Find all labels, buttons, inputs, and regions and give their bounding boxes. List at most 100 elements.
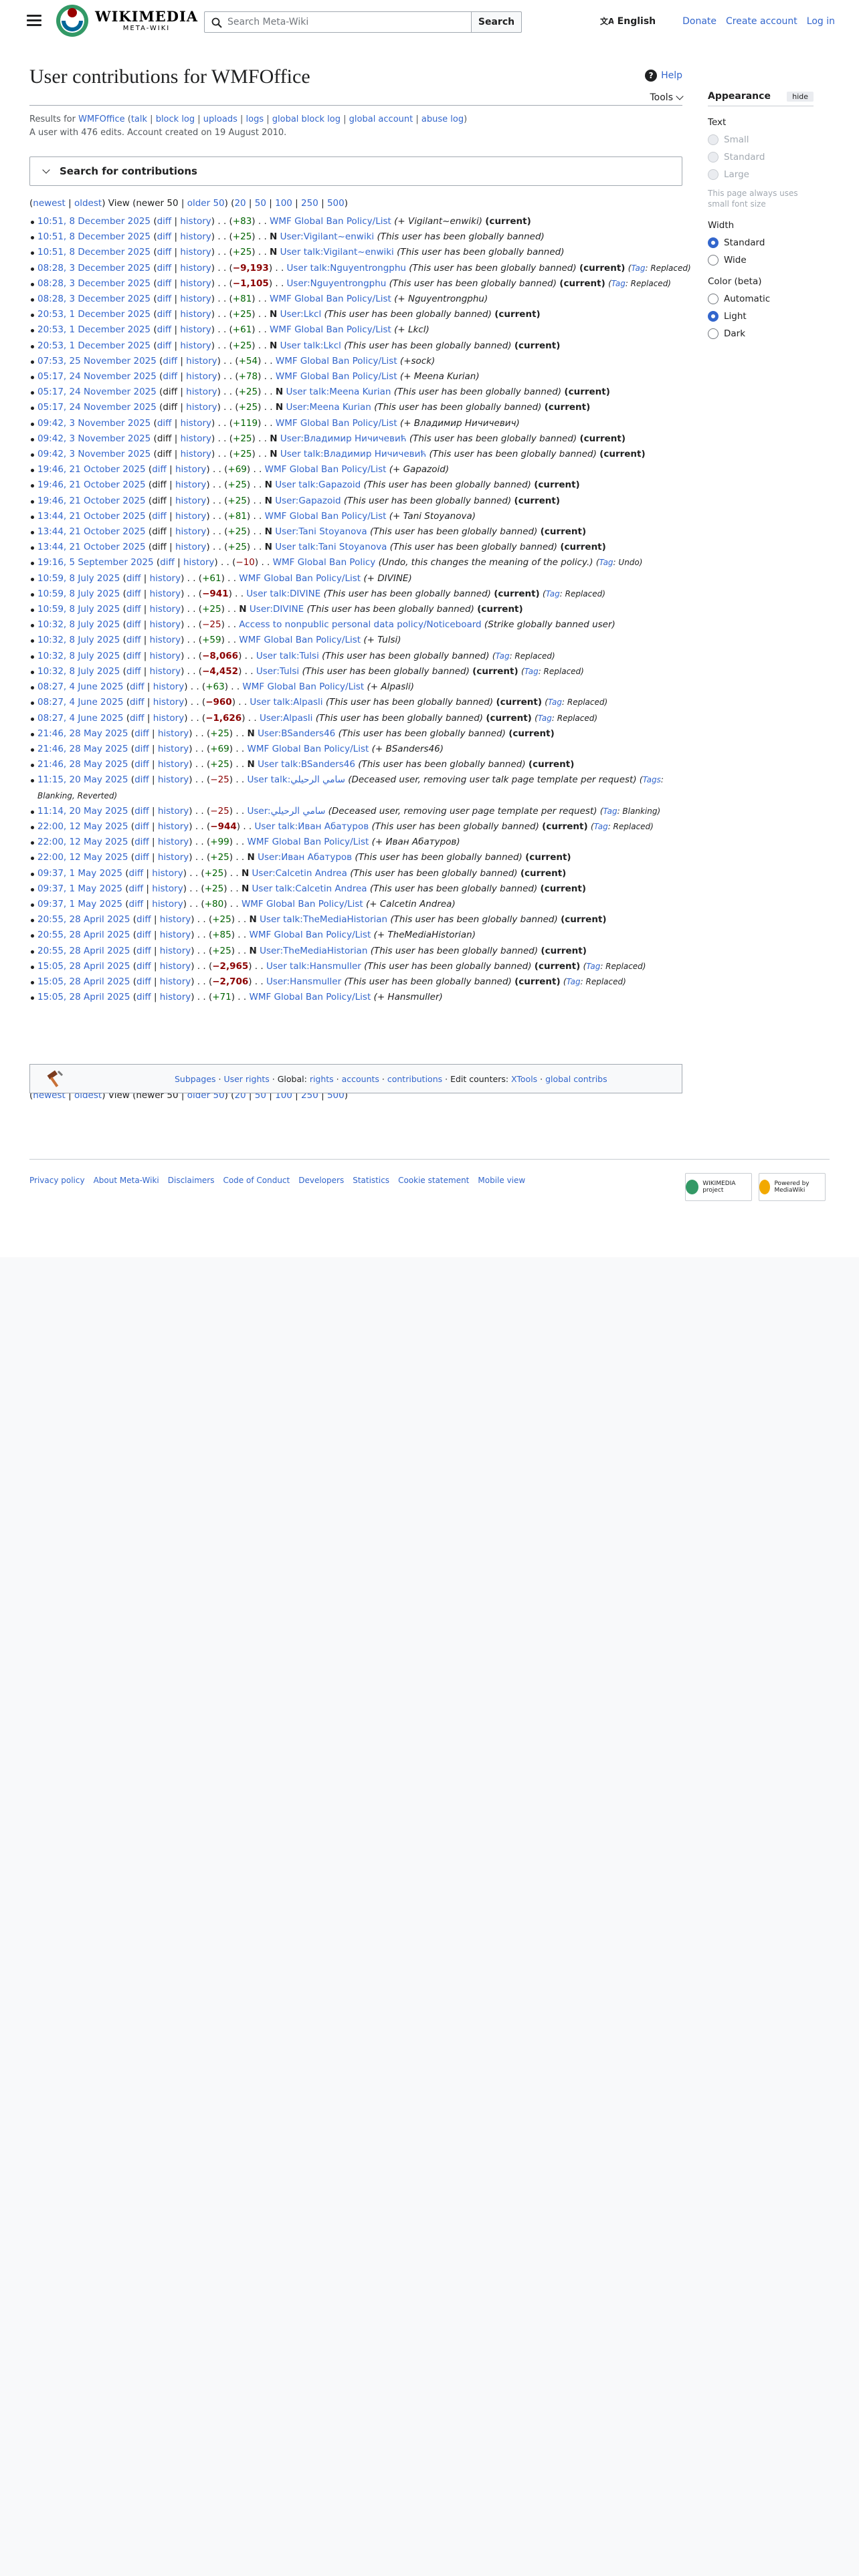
contribution-date-link[interactable]: 13:44, 21 October 2025: [37, 526, 146, 537]
page-link[interactable]: User:Tulsi: [256, 666, 299, 677]
contribution-date-link[interactable]: 08:27, 4 June 2025: [37, 681, 123, 692]
page-link[interactable]: WMF Global Ban Policy/List: [270, 294, 391, 304]
main-menu-icon[interactable]: [27, 15, 41, 27]
history-link[interactable]: history: [152, 899, 183, 909]
page-link[interactable]: User:Владимир Ничичевић: [280, 433, 407, 444]
page-link[interactable]: User:Hansmuller: [266, 976, 341, 987]
page-link[interactable]: User talk:TheMediaHistorian: [260, 914, 387, 925]
contribution-date-link[interactable]: 09:37, 1 May 2025: [37, 883, 122, 894]
contribution-date-link[interactable]: 20:55, 28 April 2025: [37, 930, 130, 940]
history-link[interactable]: history: [150, 588, 181, 599]
language-selector[interactable]: 文A English: [600, 16, 656, 27]
radio-button[interactable]: [708, 294, 719, 304]
history-link[interactable]: history: [175, 511, 206, 522]
history-link[interactable]: history: [175, 464, 206, 475]
contribution-date-link[interactable]: 10:51, 8 December 2025: [37, 247, 151, 257]
history-link[interactable]: history: [150, 651, 181, 661]
diff-link[interactable]: diff: [134, 728, 149, 739]
contribution-date-link[interactable]: 20:55, 28 April 2025: [37, 914, 130, 925]
page-link[interactable]: WMF Global Ban Policy/List: [270, 324, 391, 335]
diff-link[interactable]: diff: [134, 837, 149, 847]
contribution-date-link[interactable]: 10:59, 8 July 2025: [37, 573, 120, 584]
page-link[interactable]: User:سامي الرحيلي: [248, 806, 326, 817]
history-link[interactable]: history: [175, 496, 206, 506]
mediawiki-badge[interactable]: Powered by MediaWiki: [759, 1173, 826, 1201]
page-link[interactable]: User talk:Владимир Ничичевић: [280, 449, 426, 459]
contribution-date-link[interactable]: 20:53, 1 December 2025: [37, 324, 151, 335]
history-link[interactable]: history: [180, 294, 211, 304]
tag-link[interactable]: Tag: [594, 822, 608, 831]
contribution-date-link[interactable]: 19:46, 21 October 2025: [37, 496, 146, 506]
contribution-date-link[interactable]: 10:59, 8 July 2025: [37, 588, 120, 599]
results-link[interactable]: uploads: [203, 114, 237, 124]
history-link[interactable]: history: [158, 806, 189, 817]
tag-link[interactable]: Tag: [496, 651, 510, 661]
diff-link[interactable]: diff: [160, 557, 175, 568]
contribution-date-link[interactable]: 09:42, 3 November 2025: [37, 433, 151, 444]
contribution-date-link[interactable]: 15:05, 28 April 2025: [37, 992, 130, 1002]
history-link[interactable]: history: [180, 263, 211, 274]
oldest-link[interactable]: oldest: [74, 198, 102, 209]
history-link[interactable]: history: [180, 216, 211, 227]
history-link[interactable]: history: [180, 247, 211, 257]
history-link[interactable]: history: [158, 759, 189, 770]
radio-option[interactable]: Wide: [708, 255, 828, 265]
page-link[interactable]: User talk:Tulsi: [256, 651, 319, 661]
history-link[interactable]: history: [180, 231, 211, 242]
page-link[interactable]: User:Nguyentrongphu: [287, 278, 387, 289]
contribution-date-link[interactable]: 10:32, 8 July 2025: [37, 651, 120, 661]
page-link[interactable]: WMF Global Ban Policy/List: [276, 418, 397, 429]
history-link[interactable]: history: [186, 371, 217, 382]
contribution-date-link[interactable]: 19:46, 21 October 2025: [37, 479, 146, 490]
history-link[interactable]: history: [160, 961, 191, 972]
diff-link[interactable]: diff: [134, 806, 149, 817]
history-link[interactable]: history: [180, 324, 211, 335]
limit-link[interactable]: 50: [255, 198, 266, 209]
tag-link[interactable]: Tag: [567, 977, 581, 986]
contribution-date-link[interactable]: 08:27, 4 June 2025: [37, 713, 123, 724]
diff-link[interactable]: diff: [136, 961, 151, 972]
page-link[interactable]: User:DIVINE: [250, 604, 304, 615]
diff-link[interactable]: diff: [152, 511, 167, 522]
page-link[interactable]: User talk:Lkcl: [280, 340, 341, 351]
page-link[interactable]: User:Meena Kurian: [286, 402, 371, 413]
newest-link[interactable]: newest: [33, 198, 66, 209]
page-link[interactable]: Access to nonpublic personal data policy…: [239, 619, 481, 630]
edit-counter-link[interactable]: global contribs: [545, 1074, 607, 1084]
contribution-date-link[interactable]: 05:17, 24 November 2025: [37, 402, 157, 413]
contribution-date-link[interactable]: 20:53, 1 December 2025: [37, 309, 151, 320]
page-link[interactable]: User talk:Vigilant~enwiki: [280, 247, 394, 257]
results-link[interactable]: abuse log: [421, 114, 464, 124]
tag-link[interactable]: Tag: [548, 697, 562, 707]
history-link[interactable]: history: [180, 278, 211, 289]
tag-link[interactable]: Tag: [631, 263, 645, 273]
contribution-date-link[interactable]: 11:15, 20 May 2025: [37, 774, 128, 785]
history-link[interactable]: history: [153, 713, 184, 724]
page-link[interactable]: User talk:Alpasli: [250, 697, 322, 708]
diff-link[interactable]: diff: [157, 418, 172, 429]
page-link[interactable]: User:Alpasli: [260, 713, 312, 724]
contribution-date-link[interactable]: 22:00, 12 May 2025: [37, 837, 128, 847]
diff-link[interactable]: diff: [126, 588, 141, 599]
history-link[interactable]: history: [181, 433, 211, 444]
contribution-date-link[interactable]: 22:00, 12 May 2025: [37, 821, 128, 832]
contribution-date-link[interactable]: 21:46, 28 May 2025: [37, 759, 128, 770]
diff-link[interactable]: diff: [136, 930, 151, 940]
tag-link[interactable]: Tag: [603, 807, 617, 816]
page-link[interactable]: User talk:DIVINE: [246, 588, 320, 599]
wikimedia-project-badge[interactable]: WIKIMEDIA project: [685, 1173, 752, 1201]
diff-link[interactable]: diff: [126, 619, 141, 630]
page-link[interactable]: User:Gapazoid: [275, 496, 341, 506]
footer-link[interactable]: Privacy policy: [29, 1176, 85, 1185]
diff-link[interactable]: diff: [157, 324, 172, 335]
tools-menu[interactable]: Tools: [650, 92, 684, 103]
history-link[interactable]: history: [181, 449, 211, 459]
page-link[interactable]: User talk:Calcetin Andrea: [252, 883, 367, 894]
history-link[interactable]: history: [186, 387, 217, 397]
history-link[interactable]: history: [150, 619, 181, 630]
page-link[interactable]: WMF Global Ban Policy/List: [248, 837, 369, 847]
history-link[interactable]: history: [153, 681, 184, 692]
limit-link[interactable]: 20: [234, 198, 246, 209]
diff-link[interactable]: diff: [126, 573, 141, 584]
older-link[interactable]: older 50: [187, 198, 225, 209]
